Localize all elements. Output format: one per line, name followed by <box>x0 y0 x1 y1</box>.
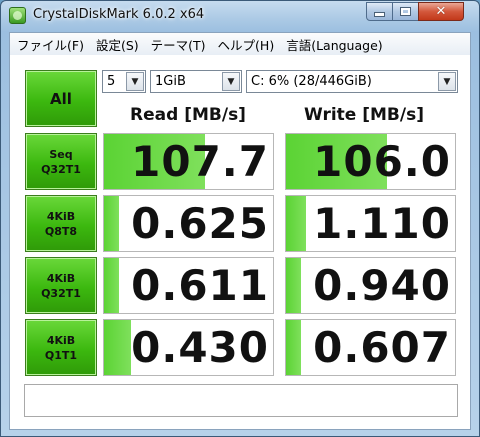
read-value: 0.611 <box>131 261 269 310</box>
client-area: ファイル(F) 設定(S) テーマ(T) ヘルプ(H) 言語(Language)… <box>9 32 471 430</box>
menu-help[interactable]: ヘルプ(H) <box>213 35 280 54</box>
test-label-line1: 4KiB <box>46 209 76 223</box>
read-result-seq-q32t1: 107.7 <box>103 133 274 190</box>
drive-select[interactable]: C: 6% (28/446GiB) ▼ <box>246 70 458 93</box>
write-value: 0.940 <box>313 261 451 310</box>
menu-file[interactable]: ファイル(F) <box>12 35 89 54</box>
test-label-line2: Q32T1 <box>41 162 81 176</box>
4kib-q8t8-button[interactable]: 4KiB Q8T8 <box>25 195 97 252</box>
read-result-4kib-q32t1: 0.611 <box>103 257 274 314</box>
read-column-header: Read [MB/s] <box>130 105 246 125</box>
write-progress-bar <box>286 258 302 313</box>
read-result-4kib-q8t8: 0.625 <box>103 195 274 252</box>
write-progress-bar <box>286 320 302 375</box>
test-count-select[interactable]: 5 ▼ <box>102 70 146 93</box>
test-label-line1: 4KiB <box>46 333 76 347</box>
write-result-4kib-q1t1: 0.607 <box>285 319 456 376</box>
read-value: 0.430 <box>131 323 269 372</box>
test-label-line2: Q1T1 <box>44 348 78 362</box>
4kib-q32t1-button[interactable]: 4KiB Q32T1 <box>25 257 97 314</box>
close-button[interactable]: ✕ <box>418 2 464 21</box>
comment-field[interactable] <box>24 384 458 417</box>
menu-settings[interactable]: 設定(S) <box>91 35 144 54</box>
menu-language[interactable]: 言語(Language) <box>281 35 387 54</box>
benchmark-panel: All 5 ▼ 1GiB ▼ C: 6% (28/446GiB) ▼ Read … <box>10 55 470 429</box>
write-progress-bar <box>286 196 307 251</box>
close-icon: ✕ <box>435 4 447 19</box>
read-progress-bar <box>104 320 132 375</box>
test-size-value: 1GiB <box>155 74 186 89</box>
seq-q32t1-button[interactable]: Seq Q32T1 <box>25 133 97 190</box>
title-bar[interactable]: CrystalDiskMark 6.0.2 x64 ✕ <box>1 1 479 32</box>
app-window: CrystalDiskMark 6.0.2 x64 ✕ ファイル(F) 設定(S… <box>0 0 480 437</box>
minimize-button[interactable] <box>366 2 393 21</box>
write-value: 106.0 <box>313 137 451 186</box>
test-size-select[interactable]: 1GiB ▼ <box>150 70 242 93</box>
maximize-icon <box>401 8 410 15</box>
test-label-line2: Q32T1 <box>41 286 81 300</box>
minimize-icon <box>374 12 385 17</box>
test-count-value: 5 <box>107 74 116 89</box>
test-label-line2: Q8T8 <box>44 224 78 238</box>
crystaldiskmark-app-icon[interactable] <box>9 7 26 24</box>
read-result-4kib-q1t1: 0.430 <box>103 319 274 376</box>
write-result-4kib-q32t1: 0.940 <box>285 257 456 314</box>
test-label-line1: 4KiB <box>46 271 76 285</box>
window-title: CrystalDiskMark 6.0.2 x64 <box>33 7 205 22</box>
chevron-down-icon[interactable]: ▼ <box>222 72 240 91</box>
chevron-down-icon[interactable]: ▼ <box>438 72 456 91</box>
read-value: 107.7 <box>131 137 269 186</box>
4kib-q1t1-button[interactable]: 4KiB Q1T1 <box>25 319 97 376</box>
write-result-4kib-q8t8: 1.110 <box>285 195 456 252</box>
write-value: 0.607 <box>313 323 451 372</box>
write-result-seq-q32t1: 106.0 <box>285 133 456 190</box>
read-progress-bar <box>104 258 120 313</box>
chevron-down-icon[interactable]: ▼ <box>126 72 144 91</box>
menu-bar: ファイル(F) 設定(S) テーマ(T) ヘルプ(H) 言語(Language) <box>10 33 470 56</box>
read-progress-bar <box>104 196 120 251</box>
write-column-header: Write [MB/s] <box>304 105 424 125</box>
test-label-line1: Seq <box>49 147 73 161</box>
run-all-button[interactable]: All <box>25 70 97 127</box>
write-value: 1.110 <box>313 199 451 248</box>
maximize-button[interactable] <box>392 2 419 21</box>
menu-theme[interactable]: テーマ(T) <box>146 35 211 54</box>
read-value: 0.625 <box>131 199 269 248</box>
drive-value: C: 6% (28/446GiB) <box>251 74 372 89</box>
